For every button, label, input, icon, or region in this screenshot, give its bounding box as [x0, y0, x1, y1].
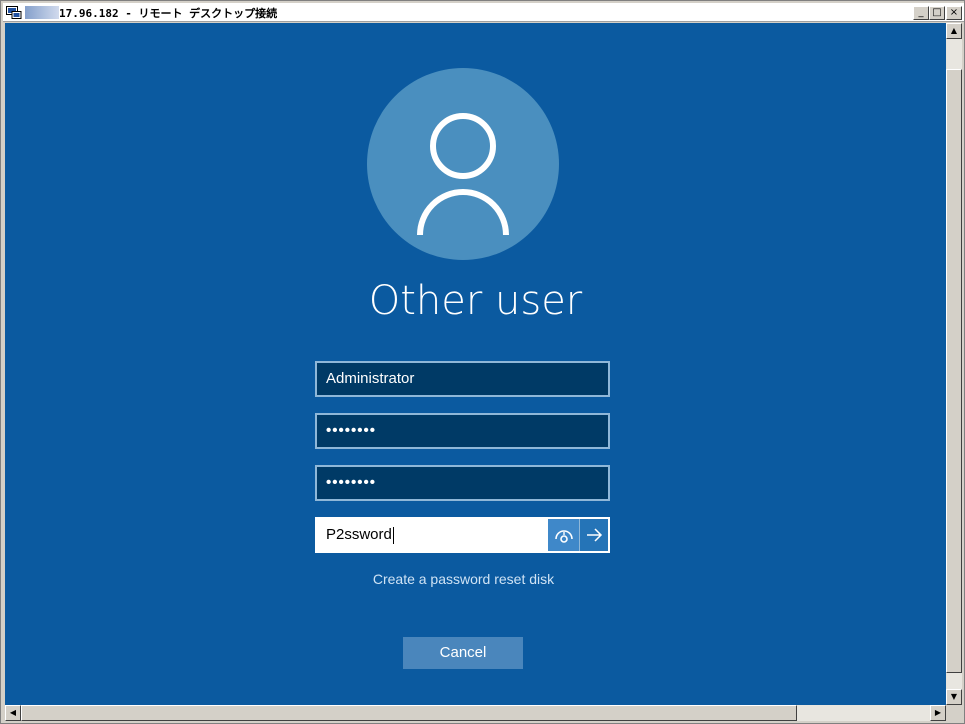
user-title: Other user	[368, 278, 583, 324]
new-password-dots: ••••••••	[326, 474, 377, 491]
new-password-field[interactable]: ••••••••	[315, 465, 610, 501]
reveal-password-button[interactable]	[548, 519, 580, 551]
remote-session-screen[interactable]: Other user Administrator •••••••• ••••••…	[5, 23, 946, 705]
person-outline-icon	[417, 113, 509, 236]
scroll-left-button[interactable]: ◀	[5, 705, 21, 721]
password-reset-link[interactable]: Create a password reset disk	[5, 571, 922, 587]
maximize-button[interactable]: □	[929, 6, 945, 20]
old-password-field[interactable]: ••••••••	[315, 413, 610, 449]
old-password-dots: ••••••••	[326, 422, 377, 439]
title-bar[interactable]: 17.96.182 - リモート デスクトップ接続 _ □ ×	[3, 3, 964, 22]
minimize-button[interactable]: _	[913, 6, 929, 20]
username-value: Administrator	[326, 370, 415, 387]
user-avatar	[367, 68, 559, 260]
vertical-scroll-thumb[interactable]	[946, 69, 962, 673]
vertical-scrollbar[interactable]: ▲ ▼	[946, 23, 962, 705]
remote-desktop-icon	[6, 5, 22, 19]
window-title: 17.96.182 - リモート デスクトップ接続	[59, 7, 278, 20]
rdp-window: 17.96.182 - リモート デスクトップ接続 _ □ × Other us…	[0, 0, 965, 724]
scroll-up-button[interactable]: ▲	[946, 23, 962, 39]
horizontal-scrollbar[interactable]: ◀ ▶	[5, 705, 946, 721]
close-button[interactable]: ×	[946, 6, 962, 20]
arrow-right-icon	[587, 528, 603, 542]
horizontal-scroll-thumb[interactable]	[21, 705, 797, 721]
submit-button[interactable]	[580, 519, 608, 551]
redacted-address	[25, 6, 59, 19]
confirm-password-value: P2ssword	[326, 526, 392, 543]
scroll-down-button[interactable]: ▼	[946, 689, 962, 705]
scroll-right-button[interactable]: ▶	[930, 705, 946, 721]
username-field[interactable]: Administrator	[315, 361, 610, 397]
reveal-password-icon	[555, 530, 573, 543]
confirm-password-field[interactable]: P2ssword	[315, 517, 610, 553]
cancel-button[interactable]: Cancel	[403, 637, 523, 669]
scrollbar-corner	[946, 705, 962, 721]
text-caret	[392, 526, 394, 544]
